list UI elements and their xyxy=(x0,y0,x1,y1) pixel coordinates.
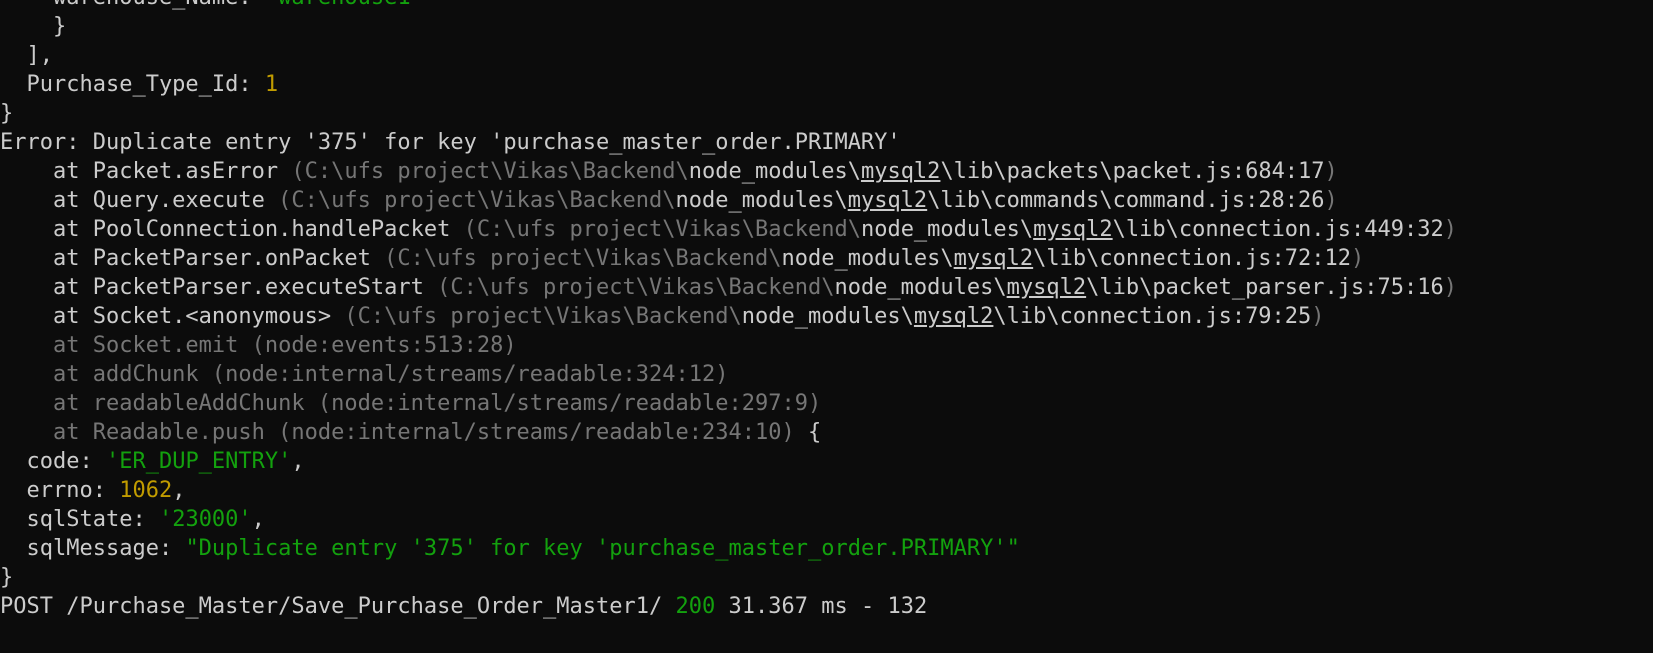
terminal-text: POST /Purchase_Master/Save_Purchase_Orde… xyxy=(0,594,676,619)
terminal-text: node_modules\ xyxy=(834,275,1007,300)
terminal-text: (C:\ufs project\Vikas\Backend\ xyxy=(437,275,835,300)
terminal-line: at Socket.emit (node:events:513:28) xyxy=(0,331,1653,360)
terminal-text: \lib\commands\command.js:28:26 xyxy=(927,188,1325,213)
terminal-line: POST /Purchase_Master/Save_Purchase_Orde… xyxy=(0,592,1653,621)
terminal-text: sqlMessage: xyxy=(0,536,186,561)
terminal-text: ) xyxy=(1351,246,1365,271)
terminal-text: at Readable.push (node:internal/streams/… xyxy=(0,420,795,445)
terminal-text: (C:\ufs project\Vikas\Backend\ xyxy=(384,246,782,271)
terminal-text: mysql2 xyxy=(1033,217,1113,242)
terminal-text: 1062 xyxy=(119,478,173,503)
terminal-text: } xyxy=(0,14,67,39)
terminal-text: Purchase_Type_Id: xyxy=(0,72,265,97)
terminal-window[interactable]: warehouse_Name: 'warehouse1' } ], Purcha… xyxy=(0,0,1653,636)
terminal-text: 'warehouse1' xyxy=(265,0,424,10)
terminal-text: at readableAddChunk (node:internal/strea… xyxy=(0,391,822,416)
terminal-line: at Query.execute (C:\ufs project\Vikas\B… xyxy=(0,186,1653,215)
terminal-text: warehouse_Name: xyxy=(0,0,265,10)
terminal-text: (C:\ufs project\Vikas\Backend\ xyxy=(344,304,742,329)
terminal-line: } xyxy=(0,99,1653,128)
terminal-line: at PacketParser.onPacket (C:\ufs project… xyxy=(0,244,1653,273)
terminal-text: } xyxy=(0,565,14,590)
terminal-text: , xyxy=(291,449,305,474)
terminal-line: sqlState: '23000', xyxy=(0,505,1653,534)
terminal-line: } xyxy=(0,563,1653,592)
terminal-line: at readableAddChunk (node:internal/strea… xyxy=(0,389,1653,418)
terminal-text: mysql2 xyxy=(953,246,1034,271)
terminal-line: code: 'ER_DUP_ENTRY', xyxy=(0,447,1653,476)
terminal-line: } xyxy=(0,12,1653,41)
terminal-line: errno: 1062, xyxy=(0,476,1653,505)
terminal-text: \lib\connection.js:72:12 xyxy=(1033,246,1352,271)
terminal-text: 'ER_DUP_ENTRY' xyxy=(105,449,292,474)
terminal-text: sqlState: xyxy=(0,507,159,532)
terminal-text: } xyxy=(0,101,14,126)
terminal-line: at Packet.asError (C:\ufs project\Vikas\… xyxy=(0,157,1653,186)
terminal-text: node_modules\ xyxy=(781,246,954,271)
terminal-text: ) xyxy=(1443,217,1458,242)
terminal-text: \lib\connection.js:449:32 xyxy=(1112,217,1444,242)
terminal-line: ], xyxy=(0,41,1653,70)
terminal-text: , xyxy=(251,507,265,532)
terminal-text: code: xyxy=(0,449,106,474)
terminal-text: (C:\ufs project\Vikas\Backend\ xyxy=(278,188,676,213)
terminal-line: at PacketParser.executeStart (C:\ufs pro… xyxy=(0,273,1653,302)
terminal-text: \lib\connection.js:79:25 xyxy=(993,304,1312,329)
terminal-text: \lib\packet_parser.js:75:16 xyxy=(1086,275,1444,300)
terminal-text: '23000' xyxy=(158,507,252,532)
terminal-text: ) xyxy=(1324,159,1338,184)
terminal-text: at Query.execute xyxy=(0,188,279,213)
terminal-text: Error: Duplicate entry '375' for key 'pu… xyxy=(0,130,901,155)
terminal-text: ) xyxy=(1311,304,1325,329)
terminal-line: sqlMessage: "Duplicate entry '375' for k… xyxy=(0,534,1653,563)
terminal-text: node_modules\ xyxy=(741,304,914,329)
terminal-text: \lib\packets\packet.js:684:17 xyxy=(940,159,1325,184)
terminal-text: at PacketParser.executeStart xyxy=(0,275,438,300)
terminal-line: at Socket.<anonymous> (C:\ufs project\Vi… xyxy=(0,302,1653,331)
terminal-text: mysql2 xyxy=(1006,275,1087,300)
terminal-text: at Socket.emit (node:events:513:28) xyxy=(0,333,517,358)
terminal-text: errno: xyxy=(0,478,120,503)
terminal-text: node_modules\ xyxy=(675,188,848,213)
terminal-text: ], xyxy=(0,43,53,68)
terminal-text: at addChunk (node:internal/streams/reada… xyxy=(0,362,729,387)
terminal-text: , xyxy=(172,478,186,503)
terminal-line: Error: Duplicate entry '375' for key 'pu… xyxy=(0,128,1653,157)
terminal-text: 31.367 ms - 132 xyxy=(715,594,928,619)
terminal-text: ) xyxy=(1324,188,1338,213)
terminal-text: (C:\ufs project\Vikas\Backend\ xyxy=(463,217,861,242)
terminal-text: 200 xyxy=(675,594,716,619)
terminal-text: ) xyxy=(1443,275,1457,300)
terminal-text: node_modules\ xyxy=(860,217,1034,242)
terminal-text: mysql2 xyxy=(847,188,928,213)
terminal-text: at PacketParser.onPacket xyxy=(0,246,385,271)
terminal-text: mysql2 xyxy=(860,159,941,184)
terminal-line: at PoolConnection.handlePacket (C:\ufs p… xyxy=(0,215,1653,244)
terminal-text: at Socket.<anonymous> xyxy=(0,304,345,329)
terminal-text: { xyxy=(794,420,822,445)
terminal-line: warehouse_Name: 'warehouse1' xyxy=(0,0,1653,12)
terminal-line: at Readable.push (node:internal/streams/… xyxy=(0,418,1653,447)
terminal-text: 1 xyxy=(264,72,279,97)
terminal-line: at addChunk (node:internal/streams/reada… xyxy=(0,360,1653,389)
terminal-line: Purchase_Type_Id: 1 xyxy=(0,70,1653,99)
terminal-text: at Packet.asError xyxy=(0,159,292,184)
terminal-text: (C:\ufs project\Vikas\Backend\ xyxy=(291,159,689,184)
terminal-text: "Duplicate entry '375' for key 'purchase… xyxy=(185,536,1020,561)
terminal-text: node_modules\ xyxy=(688,159,861,184)
terminal-text: mysql2 xyxy=(913,304,994,329)
terminal-text: at PoolConnection.handlePacket xyxy=(0,217,464,242)
